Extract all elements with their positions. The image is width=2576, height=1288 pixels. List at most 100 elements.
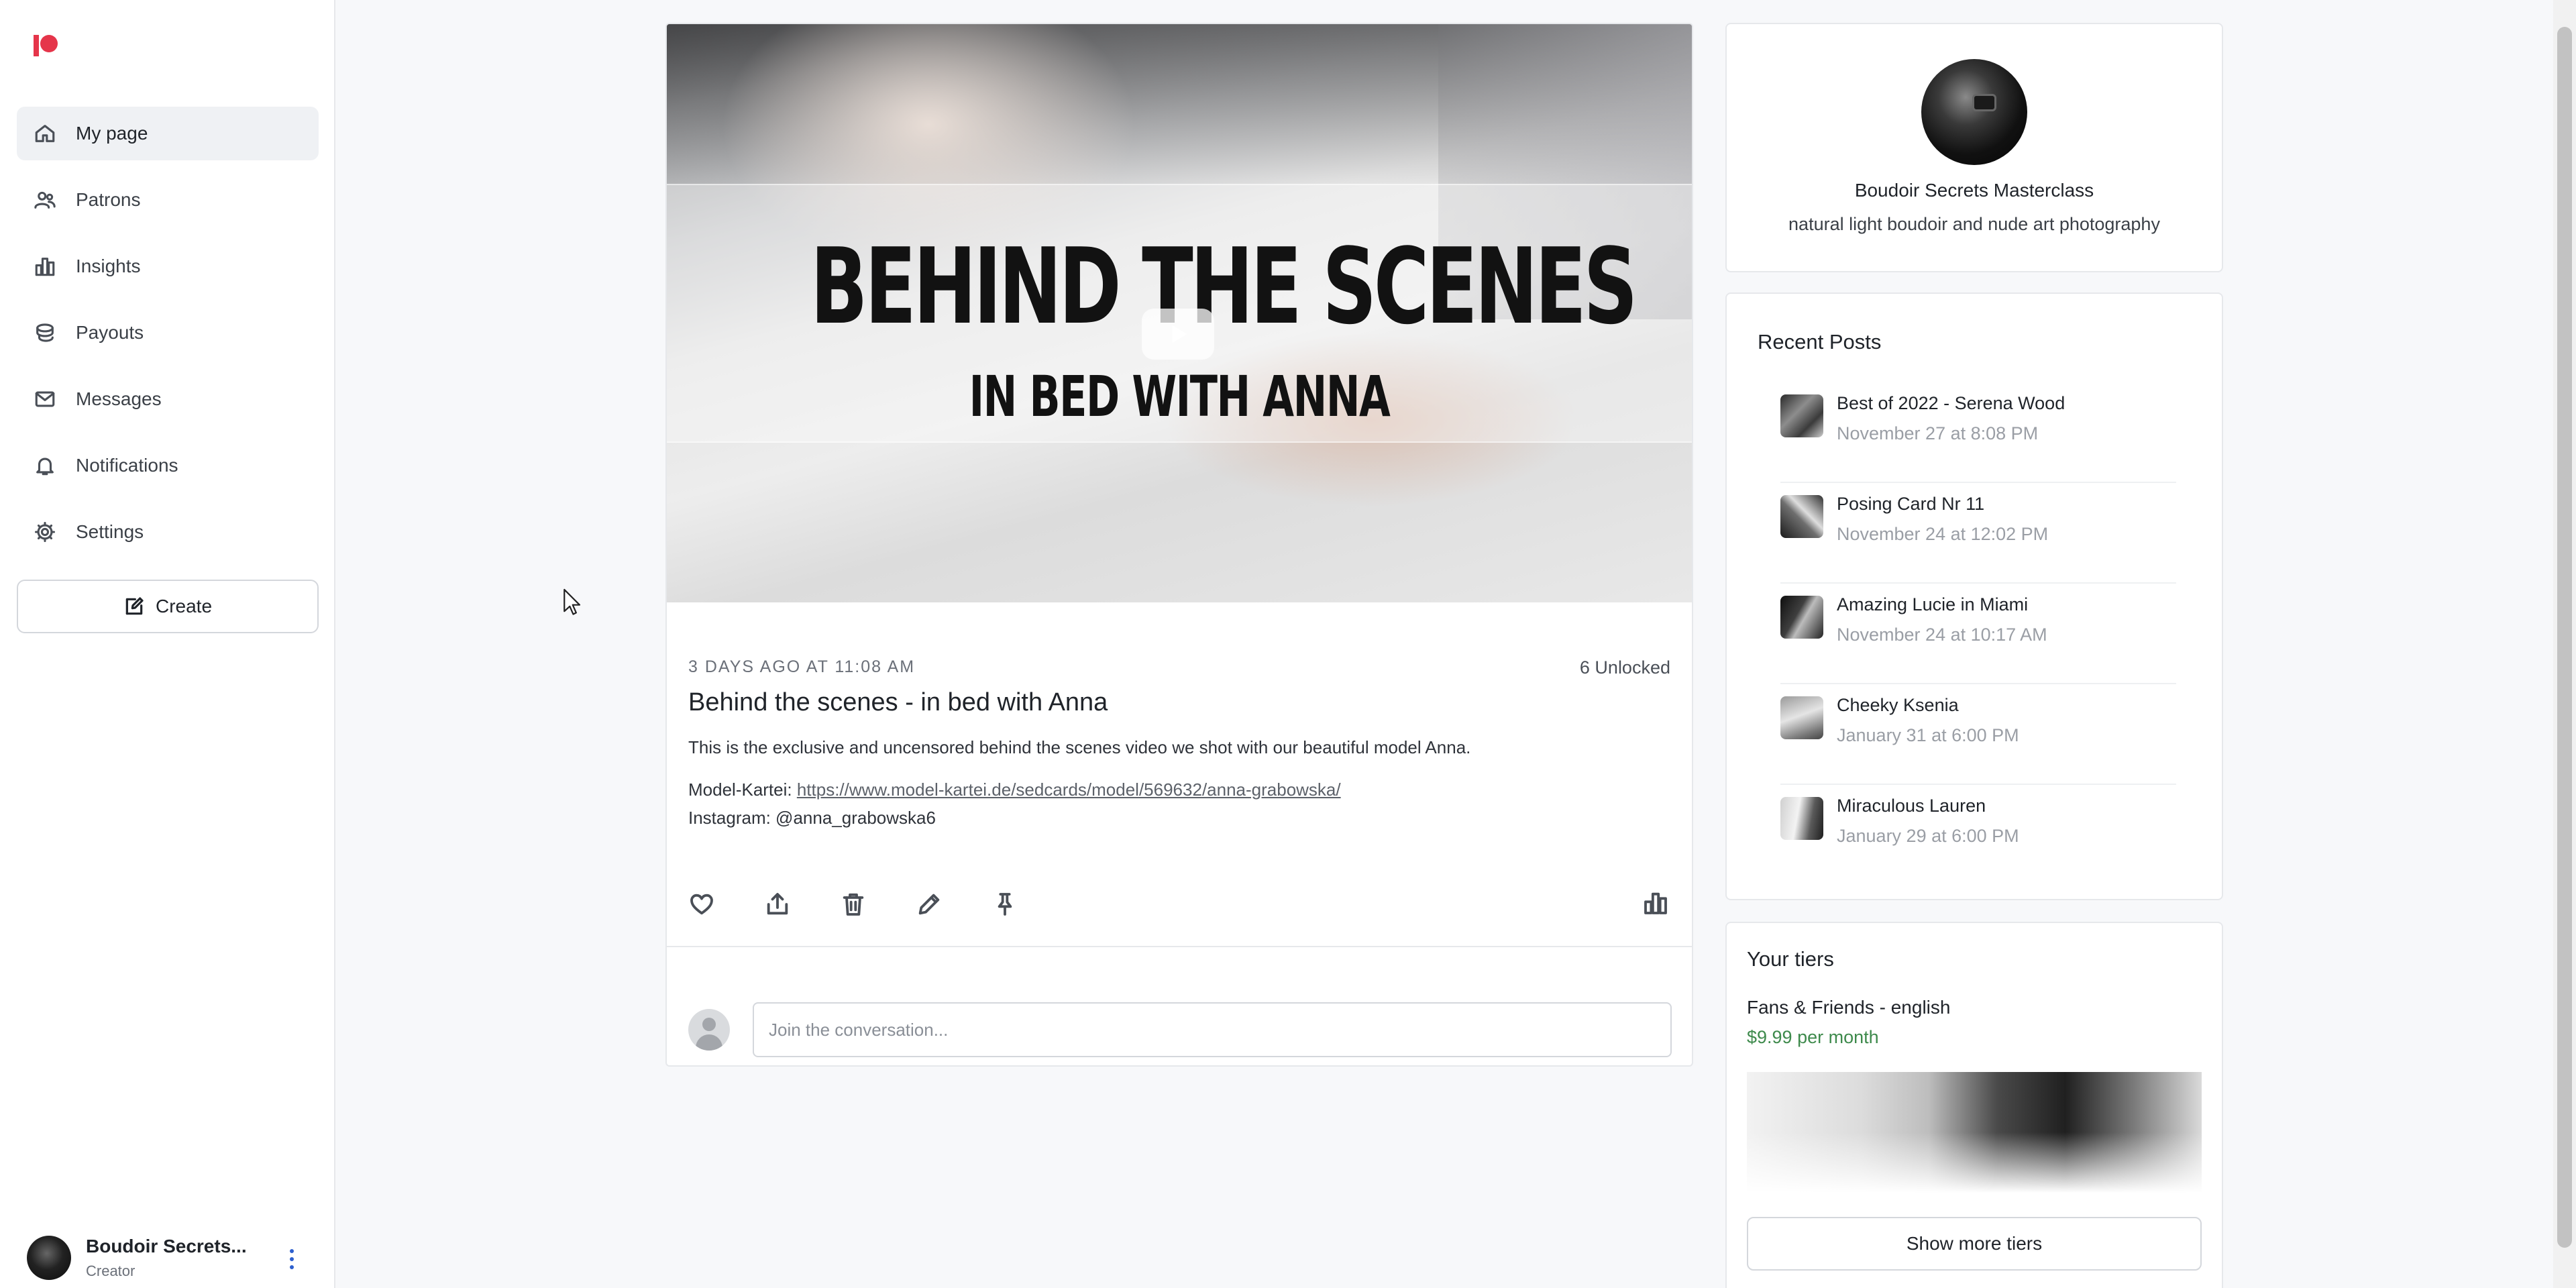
recent-posts-title: Recent Posts	[1758, 330, 1882, 354]
more-options-icon[interactable]	[290, 1249, 295, 1269]
divider	[667, 946, 1692, 947]
creator-card: Boudoir Secrets Masterclass natural ligh…	[1725, 23, 2223, 272]
comment-input[interactable]	[753, 1002, 1672, 1057]
kebab-dot	[290, 1249, 294, 1253]
like-button[interactable]	[687, 890, 716, 919]
scrollbar-thumb[interactable]	[2557, 27, 2572, 1248]
unlocked-count: 6 Unlocked	[1579, 657, 1670, 678]
mouse-cursor-icon	[564, 588, 581, 615]
coins-icon	[33, 321, 57, 345]
post-body: This is the exclusive and uncensored beh…	[688, 737, 1471, 757]
post-insights-button[interactable]	[1642, 890, 1672, 919]
pin-icon	[998, 893, 1012, 916]
sidebar-item-label: Settings	[76, 521, 144, 542]
recent-post-title: Amazing Lucie in Miami	[1837, 594, 2029, 614]
bell-icon	[33, 453, 57, 478]
recent-post-title: Cheeky Ksenia	[1837, 695, 1959, 715]
list-item[interactable]: Posing Card Nr 11 November 24 at 12:02 P…	[1780, 483, 2176, 584]
users-icon	[33, 188, 57, 212]
delete-button[interactable]	[839, 890, 868, 919]
profile-menu[interactable]: Boudoir Secrets... Creator	[27, 1233, 322, 1283]
post-instagram: Instagram: @anna_grabowska6	[688, 808, 936, 828]
share-icon	[767, 893, 788, 915]
sidebar-item-label: Patrons	[76, 189, 141, 210]
recent-post-date: January 29 at 6:00 PM	[1837, 826, 2019, 846]
recent-posts-card: Recent Posts Best of 2022 - Serena Wood …	[1725, 292, 2223, 900]
post-thumbnail	[1780, 495, 1823, 538]
recent-post-date: November 24 at 12:02 PM	[1837, 524, 2049, 544]
user-avatar	[688, 1009, 730, 1051]
video-thumbnail[interactable]: BEHIND THE SCENES IN BED WITH ANNA	[667, 24, 1692, 602]
kebab-dot	[290, 1257, 294, 1261]
sidebar-item-label: Messages	[76, 388, 162, 409]
scrollbar[interactable]	[2553, 0, 2576, 1288]
list-item[interactable]: Amazing Lucie in Miami November 24 at 10…	[1780, 584, 2176, 684]
post-title[interactable]: Behind the scenes - in bed with Anna	[688, 688, 1108, 717]
share-button[interactable]	[763, 890, 792, 919]
pencil-icon	[918, 894, 940, 915]
pin-button[interactable]	[990, 890, 1020, 919]
post-thumbnail	[1780, 596, 1823, 639]
post-thumbnail	[1780, 394, 1823, 437]
mail-icon	[33, 387, 57, 411]
tier-name: Fans & Friends - english	[1747, 997, 1951, 1018]
avatar	[27, 1236, 71, 1280]
tier-price: $9.99 per month	[1747, 1027, 1879, 1047]
sidebar-item-payouts[interactable]: Payouts	[17, 306, 319, 360]
avatar-body	[696, 1034, 722, 1051]
chart-icon	[33, 254, 57, 278]
camera-icon	[1972, 94, 1996, 111]
edit-button[interactable]	[914, 890, 944, 919]
show-more-tiers-button[interactable]: Show more tiers	[1747, 1217, 2202, 1271]
tier-image	[1747, 1072, 2202, 1193]
profile-name: Boudoir Secrets...	[86, 1236, 247, 1256]
post-actions	[687, 890, 1066, 919]
logo-dot	[40, 35, 58, 52]
sidebar-item-my-page[interactable]: My page	[17, 107, 319, 160]
recent-post-title: Best of 2022 - Serena Wood	[1837, 393, 2065, 413]
gear-icon	[33, 520, 57, 544]
recent-post-title: Posing Card Nr 11	[1837, 494, 1985, 514]
sidebar-item-label: Notifications	[76, 455, 178, 476]
patreon-logo[interactable]	[34, 35, 58, 59]
recent-item-text: Miraculous Lauren January 29 at 6:00 PM	[1837, 792, 2019, 847]
list-item[interactable]: Cheeky Ksenia January 31 at 6:00 PM	[1780, 684, 2176, 785]
sidebar-item-settings[interactable]: Settings	[17, 505, 319, 559]
creator-description: natural light boudoir and nude art photo…	[1788, 214, 2160, 234]
create-button[interactable]: Create	[17, 580, 319, 633]
sidebar-nav: My page Patrons Insights Payouts Message…	[17, 107, 319, 572]
sidebar-item-insights[interactable]: Insights	[17, 239, 319, 293]
sidebar-item-messages[interactable]: Messages	[17, 372, 319, 426]
avatar-head	[702, 1018, 716, 1031]
post-thumbnail	[1780, 797, 1823, 840]
kebab-dot	[290, 1265, 294, 1269]
sidebar-item-patrons[interactable]: Patrons	[17, 173, 319, 227]
creator-avatar[interactable]	[1921, 59, 2027, 165]
sidebar-item-notifications[interactable]: Notifications	[17, 439, 319, 492]
recent-post-date: January 31 at 6:00 PM	[1837, 725, 2019, 745]
post-card: BEHIND THE SCENES IN BED WITH ANNA 3 DAY…	[665, 23, 1693, 1067]
sidebar-item-label: Insights	[76, 256, 141, 276]
tiers-title: Your tiers	[1747, 947, 1834, 971]
profile-role: Creator	[86, 1263, 136, 1279]
post-timestamp: 3 DAYS AGO AT 11:08 AM	[688, 657, 916, 676]
list-item[interactable]: Miraculous Lauren January 29 at 6:00 PM	[1780, 785, 2176, 885]
trash-icon	[843, 893, 864, 916]
play-button[interactable]	[1142, 309, 1214, 360]
profile-text: Boudoir Secrets... Creator	[86, 1236, 247, 1280]
logo-bar	[34, 35, 39, 56]
edit-icon	[125, 597, 144, 615]
creator-name[interactable]: Boudoir Secrets Masterclass	[1727, 180, 2222, 201]
chart-icon	[1644, 892, 1667, 914]
model-label: Model-Kartei:	[688, 780, 797, 800]
sidebar-item-label: Payouts	[76, 322, 144, 343]
heart-icon	[690, 894, 713, 915]
recent-posts-list: Best of 2022 - Serena Wood November 27 a…	[1780, 382, 2176, 885]
model-kartei-link[interactable]: https://www.model-kartei.de/sedcards/mod…	[797, 780, 1341, 800]
sidebar: My page Patrons Insights Payouts Message…	[0, 0, 335, 1288]
recent-item-text: Posing Card Nr 11 November 24 at 12:02 P…	[1837, 490, 2048, 545]
sidebar-item-label: My page	[76, 123, 148, 144]
post-thumbnail	[1780, 696, 1823, 739]
list-item[interactable]: Best of 2022 - Serena Wood November 27 a…	[1780, 382, 2176, 483]
recent-post-date: November 27 at 8:08 PM	[1837, 423, 2039, 443]
